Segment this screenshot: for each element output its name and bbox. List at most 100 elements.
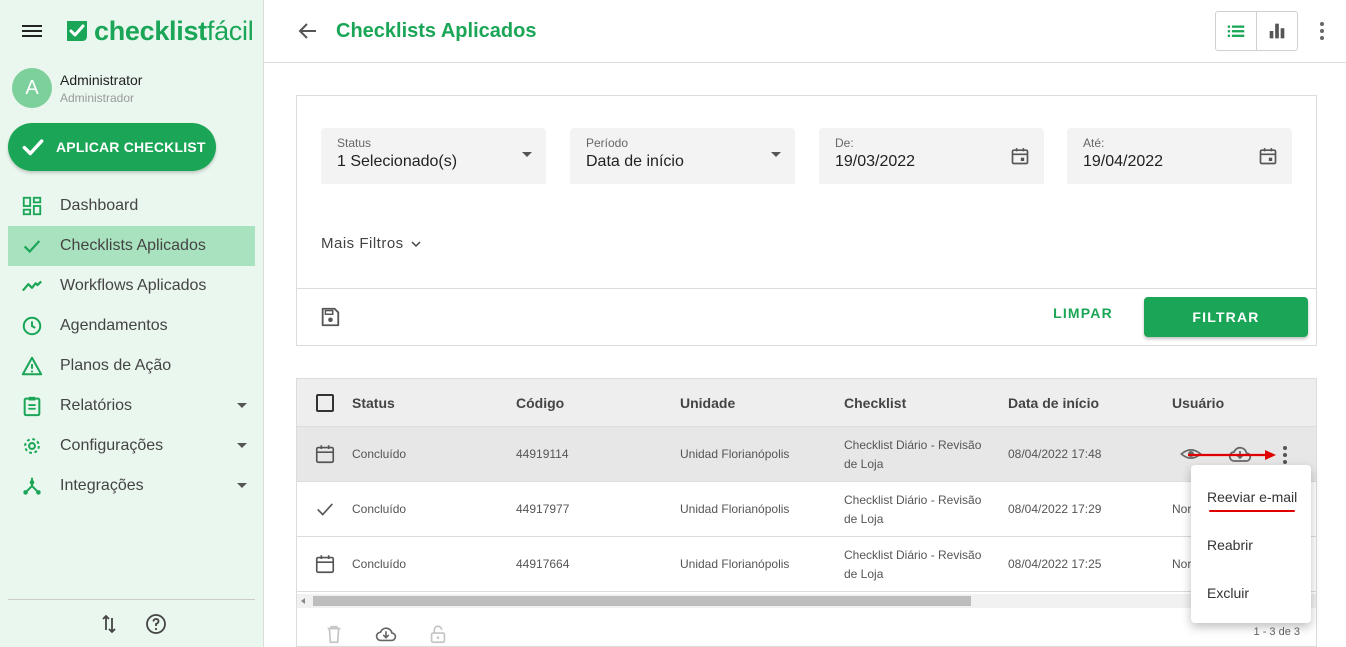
dropdown-arrow-icon	[771, 152, 781, 157]
column-header-status[interactable]: Status	[352, 395, 395, 411]
cloud-download-icon[interactable]	[373, 623, 399, 645]
view-toggle	[1215, 11, 1298, 51]
chevron-down-icon[interactable]	[237, 403, 247, 408]
column-header-unit[interactable]: Unidade	[680, 395, 735, 411]
date-to-label: Até:	[1083, 136, 1105, 150]
cell-start-date: 08/04/2022 17:48	[1008, 447, 1102, 461]
brand-logo[interactable]: checklistfácil	[64, 14, 254, 48]
sidebar-footer	[8, 599, 255, 647]
cell-code: 44917977	[516, 502, 570, 516]
sidebar-item-configuracoes[interactable]: Configurações	[8, 426, 255, 466]
sidebar-item-planos-de-acao[interactable]: Planos de Ação	[8, 346, 255, 386]
table-header: Status Código Unidade Checklist Data de …	[297, 379, 1316, 427]
calendar-icon[interactable]	[1010, 146, 1030, 166]
menu-item-reopen[interactable]: Reabrir	[1207, 537, 1253, 553]
clipboard-icon	[20, 394, 44, 418]
date-from-field[interactable]: De: 19/03/2022	[819, 128, 1044, 184]
clear-button[interactable]: LIMPAR	[1041, 305, 1125, 329]
sidebar-item-dashboard[interactable]: Dashboard	[8, 186, 255, 226]
cell-checklist: Checklist Diário - Revisão de Loja	[844, 436, 990, 474]
date-to-value: 19/04/2022	[1083, 153, 1164, 170]
calendar-icon	[314, 443, 336, 465]
date-to-field[interactable]: Até: 19/04/2022	[1067, 128, 1292, 184]
cell-start-date: 08/04/2022 17:29	[1008, 502, 1102, 516]
save-icon[interactable]	[319, 306, 341, 328]
chart-view-icon[interactable]	[1257, 12, 1298, 50]
checklists-table: Status Código Unidade Checklist Data de …	[296, 378, 1317, 647]
scroll-left-arrow-icon[interactable]	[301, 598, 305, 604]
more-vert-icon[interactable]	[1314, 19, 1330, 43]
column-header-start-date[interactable]: Data de início	[1008, 395, 1099, 411]
avatar: A	[12, 68, 52, 108]
sidebar-item-label: Agendamentos	[60, 317, 168, 334]
check-icon	[20, 234, 44, 258]
menu-item-resend-email[interactable]: Reeviar e-mail	[1207, 489, 1297, 505]
column-header-code[interactable]: Código	[516, 395, 564, 411]
date-from-label: De:	[835, 136, 854, 150]
user-name: Administrator	[60, 71, 143, 88]
page-title: Checklists Aplicados	[336, 20, 537, 42]
sidebar-item-integracoes[interactable]: Integrações	[8, 466, 255, 506]
sidebar-item-label: Planos de Ação	[60, 357, 172, 374]
dashboard-icon	[20, 194, 44, 218]
chevron-down-icon[interactable]	[237, 443, 247, 448]
filter-button[interactable]: FILTRAR	[1144, 297, 1308, 337]
more-filters-toggle[interactable]: Mais Filtros	[321, 235, 424, 252]
cell-checklist-line1: Checklist Diário - Revisão	[844, 438, 982, 452]
scrollbar-thumb[interactable]	[313, 596, 971, 606]
check-icon	[22, 139, 44, 156]
dropdown-arrow-icon	[522, 152, 532, 157]
sidebar-item-agendamentos[interactable]: Agendamentos	[8, 306, 255, 346]
lock-open-icon[interactable]	[427, 623, 449, 645]
sort-arrows-icon[interactable]	[97, 612, 121, 636]
cell-checklist: Checklist Diário - Revisão de Loja	[844, 491, 990, 529]
cell-user: Nor	[1172, 502, 1192, 516]
sidebar-item-label: Configurações	[60, 437, 164, 454]
sidebar: checklistfácil A Administrator Administr…	[0, 0, 264, 647]
menu-item-delete[interactable]: Excluir	[1207, 585, 1249, 601]
cell-status: Concluído	[352, 557, 407, 571]
column-header-checklist[interactable]: Checklist	[844, 395, 906, 411]
hamburger-menu-icon[interactable]	[20, 22, 44, 42]
page-header: Checklists Aplicados	[264, 0, 1346, 63]
period-select[interactable]: Período Data de início	[570, 128, 795, 184]
table-row[interactable]: Concluído 44919114 Unidad Florianópolis …	[297, 427, 1316, 482]
cell-status: Concluído	[352, 502, 407, 516]
sidebar-nav: Dashboard Checklists Aplicados Workflows…	[8, 186, 255, 506]
table-row[interactable]: Concluído 44917977 Unidad Florianópolis …	[297, 482, 1316, 537]
delete-icon[interactable]	[323, 623, 345, 645]
horizontal-scrollbar[interactable]	[297, 594, 1316, 608]
sidebar-item-label: Integrações	[60, 477, 144, 494]
cell-start-date: 08/04/2022 17:25	[1008, 557, 1102, 571]
sidebar-item-relatorios[interactable]: Relatórios	[8, 386, 255, 426]
warning-icon	[20, 354, 44, 378]
sidebar-item-label: Dashboard	[60, 197, 139, 214]
column-header-user[interactable]: Usuário	[1172, 395, 1224, 411]
arrow-back-icon[interactable]	[296, 19, 320, 43]
cell-checklist-line2: de Loja	[844, 567, 884, 581]
cell-checklist-line1: Checklist Diário - Revisão	[844, 548, 982, 562]
sidebar-item-workflows-aplicados[interactable]: Workflows Aplicados	[8, 266, 255, 306]
status-select[interactable]: Status 1 Selecionado(s)	[321, 128, 546, 184]
sidebar-item-checklists-aplicados[interactable]: Checklists Aplicados	[8, 226, 255, 266]
table-row[interactable]: Concluído 44917664 Unidad Florianópolis …	[297, 537, 1316, 592]
apply-checklist-button[interactable]: APLICAR CHECKLIST	[8, 123, 216, 171]
help-icon[interactable]	[144, 612, 168, 636]
status-select-label: Status	[337, 136, 372, 150]
row-more-vert-icon[interactable]	[1283, 444, 1287, 465]
check-icon	[314, 498, 336, 520]
more-filters-label: Mais Filtros	[321, 235, 404, 252]
logo-text-light: fácil	[206, 15, 254, 46]
cell-user: Nor	[1172, 557, 1192, 571]
user-profile[interactable]: A Administrator Administrador	[12, 68, 142, 108]
cell-checklist-line2: de Loja	[844, 457, 884, 471]
sidebar-item-label: Workflows Aplicados	[60, 277, 207, 294]
cell-code: 44917664	[516, 557, 570, 571]
calendar-icon[interactable]	[1258, 146, 1278, 166]
list-view-icon[interactable]	[1216, 12, 1257, 50]
integration-icon	[20, 474, 44, 498]
select-all-checkbox[interactable]	[316, 394, 334, 412]
cell-checklist: Checklist Diário - Revisão de Loja	[844, 546, 990, 584]
chevron-down-icon[interactable]	[237, 483, 247, 488]
status-select-value: 1 Selecionado(s)	[337, 153, 458, 170]
